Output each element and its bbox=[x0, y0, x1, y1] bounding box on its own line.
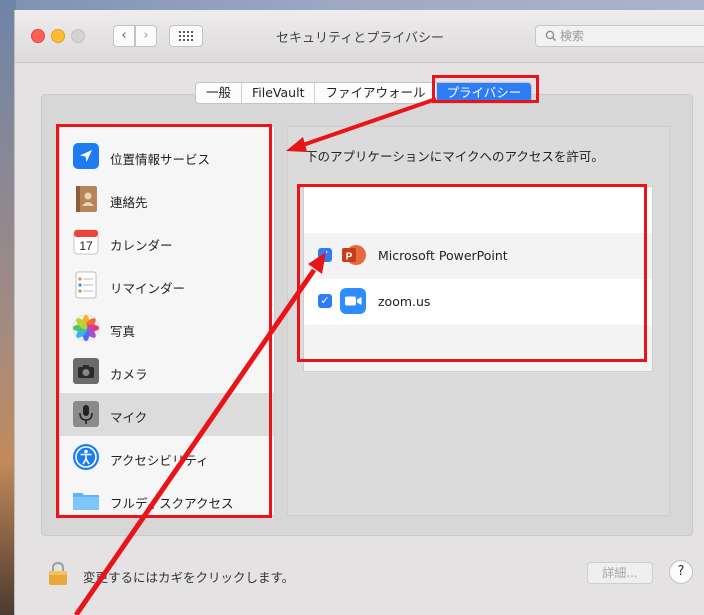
tab-general[interactable]: 一般 bbox=[196, 83, 243, 103]
lock-icon[interactable] bbox=[47, 560, 69, 586]
lock-hint-text: 変更するにはカギをクリックします。 bbox=[83, 570, 295, 585]
sidebar-highlight-box bbox=[56, 124, 272, 518]
search-field[interactable]: 検索 bbox=[535, 25, 704, 47]
tab-filevault[interactable]: FileVault bbox=[242, 83, 316, 103]
tab-firewall[interactable]: ファイアウォール bbox=[315, 83, 437, 103]
desktop-wallpaper-top bbox=[0, 0, 704, 10]
title-bar: ‹ › セキュリティとプライバシー 検索 bbox=[15, 10, 704, 63]
search-icon bbox=[545, 30, 556, 41]
help-button[interactable]: ? bbox=[669, 560, 693, 584]
search-placeholder: 検索 bbox=[560, 29, 585, 43]
details-button[interactable]: 詳細... bbox=[587, 562, 653, 584]
microphone-access-caption: 下のアプリケーションにマイクへのアクセスを許可。 bbox=[305, 149, 604, 164]
privacy-tab-highlight-box bbox=[432, 75, 539, 103]
app-list-highlight-box bbox=[297, 184, 647, 362]
